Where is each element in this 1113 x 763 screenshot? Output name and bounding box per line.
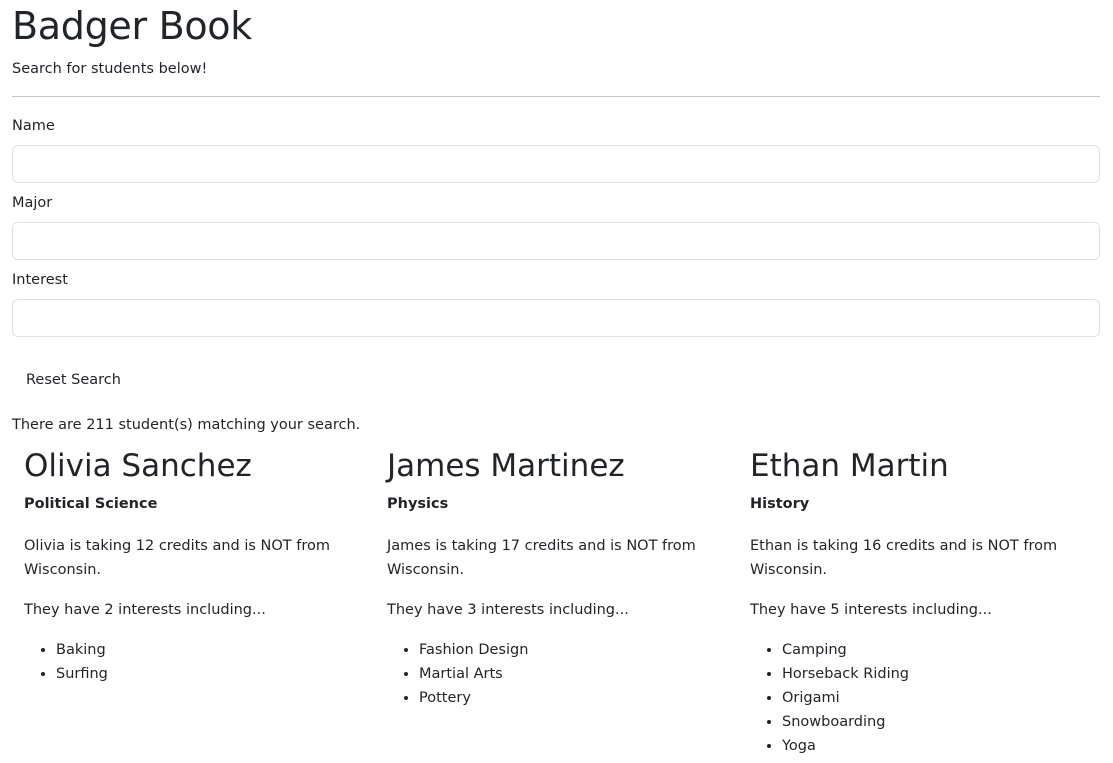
match-count-text: There are 211 student(s) matching your s…	[12, 417, 361, 433]
student-card: Olivia Sanchez Political Science Olivia …	[12, 447, 375, 758]
search-form: Name Major Interest Reset Search	[12, 116, 1101, 398]
student-interest-count: They have 2 interests including...	[24, 602, 266, 618]
student-credits-text: Ethan is taking 16 credits and is NOT fr…	[750, 538, 1058, 578]
interest-item: Surfing	[56, 662, 363, 686]
page-subtitle: Search for students below!	[12, 61, 208, 77]
header-divider	[12, 96, 1100, 97]
student-interest-list: Baking Surfing	[24, 638, 363, 686]
student-name: James Martinez	[387, 448, 625, 484]
student-major: Political Science	[24, 496, 158, 512]
student-card: Ethan Martin History Ethan is taking 16 …	[738, 447, 1101, 758]
interest-item: Horseback Riding	[782, 662, 1089, 686]
major-label: Major	[12, 195, 53, 211]
student-major: Physics	[387, 496, 449, 512]
student-name: Ethan Martin	[750, 448, 949, 484]
interest-item: Baking	[56, 638, 363, 662]
reset-search-button[interactable]: Reset Search	[12, 362, 135, 398]
badger-book-page: Badger Book Search for students below! N…	[0, 0, 1113, 763]
interest-item: Fashion Design	[419, 638, 726, 662]
student-name: Olivia Sanchez	[24, 448, 252, 484]
student-interest-count: They have 5 interests including...	[750, 602, 992, 618]
major-input[interactable]	[12, 222, 1100, 260]
student-major: History	[750, 496, 810, 512]
name-label: Name	[12, 118, 55, 134]
interest-input[interactable]	[12, 299, 1100, 337]
student-interest-list: Fashion Design Martial Arts Pottery	[387, 638, 726, 710]
student-card: James Martinez Physics James is taking 1…	[375, 447, 738, 758]
interest-item: Martial Arts	[419, 662, 726, 686]
interest-item: Snowboarding	[782, 710, 1089, 734]
student-credits-text: James is taking 17 credits and is NOT fr…	[387, 538, 696, 578]
interest-item: Yoga	[782, 734, 1089, 758]
student-card-list: Olivia Sanchez Political Science Olivia …	[12, 447, 1101, 758]
interest-item: Origami	[782, 686, 1089, 710]
student-credits-text: Olivia is taking 12 credits and is NOT f…	[24, 538, 330, 578]
student-interest-list: Camping Horseback Riding Origami Snowboa…	[750, 638, 1089, 758]
student-interest-count: They have 3 interests including...	[387, 602, 629, 618]
interest-label: Interest	[12, 272, 68, 288]
page-title: Badger Book	[12, 4, 252, 48]
interest-item: Pottery	[419, 686, 726, 710]
name-input[interactable]	[12, 145, 1100, 183]
interest-item: Camping	[782, 638, 1089, 662]
